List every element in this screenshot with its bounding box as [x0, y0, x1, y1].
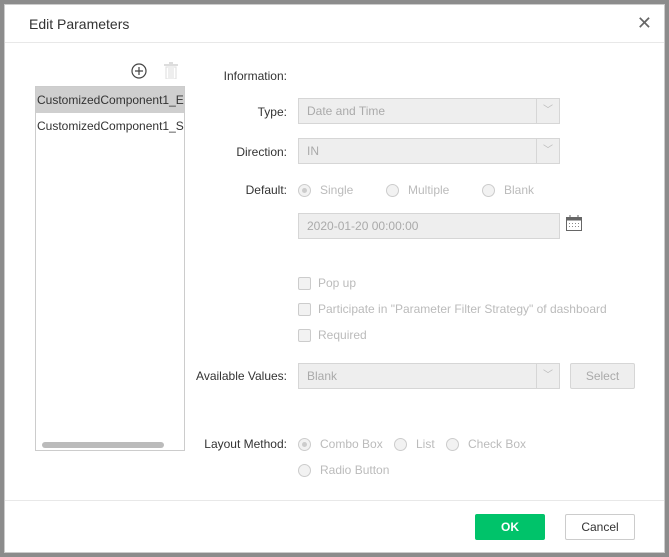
available-values-select[interactable]: Blank ﹀	[298, 363, 560, 389]
radio-icon	[298, 463, 311, 477]
layout-method-label: Layout Method:	[204, 437, 287, 451]
radio-label: Single	[320, 183, 354, 197]
default-value: 2020-01-20 00:00:00	[307, 219, 419, 233]
cancel-button[interactable]: Cancel	[565, 514, 635, 540]
chevron-down-icon: ﹀	[536, 99, 559, 123]
radio-label: Multiple	[408, 183, 450, 197]
radio-check-box[interactable]: Check Box	[446, 437, 526, 451]
direction-value: IN	[307, 144, 319, 158]
radio-icon	[298, 183, 311, 197]
radio-icon	[482, 183, 495, 197]
radio-label: List	[416, 437, 435, 451]
radio-label: Radio Button	[320, 463, 390, 477]
type-label: Type:	[257, 105, 287, 119]
available-value: Blank	[307, 369, 338, 383]
radio-icon	[298, 437, 311, 451]
calendar-icon[interactable]	[566, 215, 582, 231]
direction-label: Direction:	[236, 145, 287, 159]
type-select[interactable]: Date and Time ﹀	[298, 98, 560, 124]
checkbox-pop-up[interactable]: Pop up	[298, 276, 356, 290]
radio-list[interactable]: List	[394, 437, 435, 451]
radio-blank[interactable]: Blank	[482, 183, 534, 197]
checkbox-participate[interactable]: Participate in "Parameter Filter Strateg…	[298, 302, 607, 316]
radio-label: Check Box	[468, 437, 527, 451]
checkbox-icon	[298, 276, 311, 290]
radio-combo-box[interactable]: Combo Box	[298, 437, 383, 451]
ok-button[interactable]: OK	[475, 514, 545, 540]
radio-label: Blank	[504, 183, 535, 197]
available-values-label: Available Values:	[196, 369, 287, 383]
checkbox-label: Participate in "Parameter Filter Strateg…	[318, 302, 607, 316]
radio-icon	[446, 437, 459, 451]
radio-icon	[394, 437, 407, 451]
checkbox-label: Required	[318, 328, 367, 342]
select-button[interactable]: Select	[570, 363, 635, 389]
parameter-list: CustomizedComponent1_E CustomizedCompone…	[35, 86, 185, 451]
type-value: Date and Time	[307, 104, 386, 118]
close-icon[interactable]: ✕	[637, 14, 652, 32]
direction-select[interactable]: IN ﹀	[298, 138, 560, 164]
checkbox-icon	[298, 328, 311, 342]
default-value-input[interactable]: 2020-01-20 00:00:00	[298, 213, 560, 239]
checkbox-label: Pop up	[318, 276, 357, 290]
edit-parameters-dialog: Edit Parameters ✕ CustomizedComponent1_E…	[4, 4, 665, 553]
chevron-down-icon: ﹀	[536, 139, 559, 163]
radio-icon	[386, 183, 399, 197]
chevron-down-icon: ﹀	[536, 364, 559, 388]
dialog-title: Edit Parameters	[29, 16, 130, 32]
radio-radio-button[interactable]: Radio Button	[298, 463, 389, 477]
dialog-footer: OK Cancel	[5, 500, 664, 552]
default-label: Default:	[245, 183, 287, 197]
checkbox-icon	[298, 302, 311, 316]
radio-label: Combo Box	[320, 437, 383, 451]
radio-multiple[interactable]: Multiple	[386, 183, 449, 197]
radio-single[interactable]: Single	[298, 183, 353, 197]
checkbox-required[interactable]: Required	[298, 328, 367, 342]
information-label: Information:	[223, 69, 287, 83]
dialog-header: Edit Parameters ✕	[5, 5, 664, 43]
